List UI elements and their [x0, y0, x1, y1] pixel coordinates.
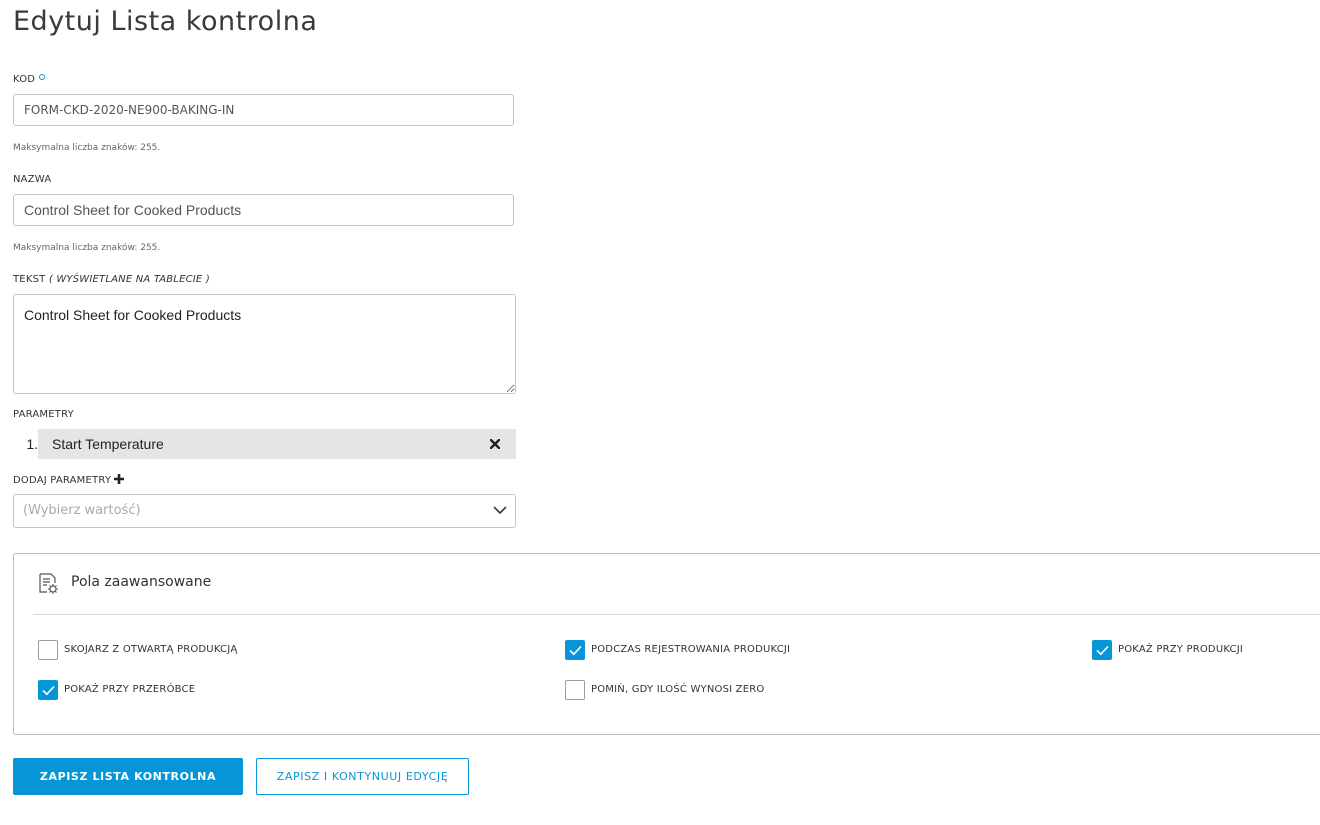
- nazwa-hint: Maksymalna liczba znaków: 255.: [13, 243, 161, 253]
- checkbox-box[interactable]: [38, 680, 58, 700]
- parameter-name: Start Temperature: [52, 436, 164, 452]
- close-icon: [489, 438, 501, 450]
- checkbox-box[interactable]: [565, 680, 585, 700]
- chevron-down-icon: [493, 506, 507, 515]
- checkmark-icon: [1096, 645, 1109, 656]
- checkbox-box[interactable]: [38, 640, 58, 660]
- checkbox-label: POKAŻ PRZY PRZERÓBCE: [64, 684, 196, 695]
- checkbox-label: POMIŃ, GDY ILOŚĆ WYNOSI ZERO: [591, 684, 765, 695]
- tekst-label: TEKST ( WYŚWIETLANE NA TABLECIE ): [13, 274, 210, 285]
- advanced-fields-panel: Pola zaawansowane SKOJARZ Z OTWARTĄ PROD…: [13, 553, 1320, 735]
- checkmark-icon: [42, 685, 55, 696]
- checkmark-icon: [569, 645, 582, 656]
- document-settings-icon: [39, 573, 58, 594]
- advanced-fields-title: Pola zaawansowane: [71, 574, 212, 590]
- add-parameter-select[interactable]: (Wybierz wartość): [13, 494, 516, 528]
- remove-parameter-button[interactable]: [489, 434, 504, 450]
- kod-hint: Maksymalna liczba znaków: 255.: [13, 143, 161, 153]
- parametry-label: PARAMETRY: [13, 409, 74, 420]
- dodaj-parametry-label: DODAJ PARAMETRY: [13, 474, 125, 487]
- divider: [33, 614, 1320, 615]
- nazwa-label: NAZWA: [13, 174, 52, 185]
- checkbox-label: SKOJARZ Z OTWARTĄ PRODUKCJĄ: [64, 644, 238, 655]
- checkbox-label: POKAŻ PRZY PRODUKCJI: [1118, 644, 1244, 655]
- save-checklist-button[interactable]: ZAPISZ LISTA KONTROLNA: [13, 758, 243, 795]
- required-indicator-icon: [39, 74, 46, 80]
- checkbox-label: PODCZAS REJESTROWANIA PRODUKCJI: [591, 644, 791, 655]
- nazwa-input[interactable]: [13, 194, 514, 226]
- plus-icon[interactable]: [114, 474, 125, 487]
- parameter-box: Start Temperature: [38, 429, 516, 459]
- page-title: Edytuj Lista kontrolna: [13, 6, 318, 37]
- parameter-number: 1.: [26, 436, 38, 452]
- save-and-continue-button[interactable]: ZAPISZ I KONTYNUUJ EDYCJĘ: [256, 758, 469, 795]
- checkbox-box[interactable]: [565, 640, 585, 660]
- select-placeholder: (Wybierz wartość): [23, 503, 141, 518]
- tekst-label-note: ( WYŚWIETLANE NA TABLECIE ): [48, 274, 210, 285]
- parameter-item: 1. Start Temperature: [13, 429, 516, 459]
- checkbox-box[interactable]: [1092, 640, 1112, 660]
- kod-input[interactable]: [13, 94, 514, 126]
- tekst-textarea[interactable]: Control Sheet for Cooked Products: [13, 294, 516, 394]
- kod-label: KOD: [13, 74, 46, 85]
